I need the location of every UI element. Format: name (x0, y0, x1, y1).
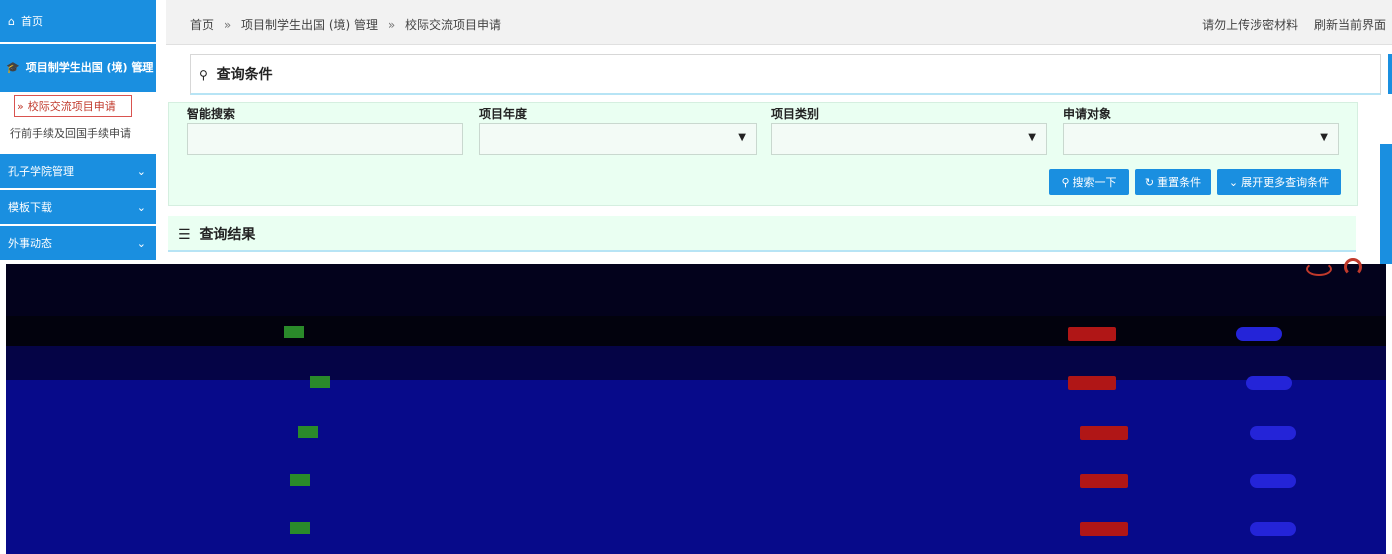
table-row (0, 346, 1392, 380)
chevron-down-icon: ⌄ (136, 236, 146, 250)
right-edge (1386, 264, 1392, 554)
status-badge (1068, 376, 1116, 390)
decorative-swirl (1306, 262, 1332, 276)
sidebar-subitem-label: 行前手续及回国手续申请 (10, 127, 131, 140)
breadcrumb-item: 校际交流项目申请 (405, 18, 502, 32)
sidebar-item-templates[interactable]: 模板下载 ⌄ (0, 190, 156, 224)
query-title-text: 查询条件 (216, 67, 273, 83)
status-tag (290, 522, 310, 534)
breadcrumb-separator: » (223, 18, 232, 32)
status-badge (1068, 327, 1116, 341)
graduation-cap-icon: 🎓 (6, 61, 20, 74)
project-type-select[interactable]: ▼ (771, 123, 1047, 155)
sidebar-subitem-procedures[interactable]: 行前手续及回国手续申请 (10, 125, 156, 141)
sidebar: ⌂ 首页 🎓 项目制学生出国 (境) 管理 ⌄ » 校际交流项目申请 行前手续及… (0, 0, 156, 264)
action-button[interactable] (1236, 327, 1282, 341)
left-edge (0, 264, 6, 554)
no-classified-notice: 请勿上传涉密材料 (1202, 18, 1299, 32)
right-edge-strip (1388, 54, 1392, 94)
sidebar-subitem-exchange[interactable]: » 校际交流项目申请 (14, 95, 132, 117)
button-label: 搜索一下 (1072, 176, 1117, 189)
reset-button[interactable]: ↻ 重置条件 (1135, 169, 1211, 195)
double-chevron-icon: » (17, 99, 24, 113)
status-badge (1080, 474, 1128, 488)
dropdown-arrow-icon: ▼ (738, 132, 746, 143)
breadcrumb-item[interactable]: 首页 (190, 18, 214, 32)
status-badge (1080, 522, 1128, 536)
results-title-text: 查询结果 (199, 227, 256, 243)
search-icon: ⚲ (1061, 175, 1070, 189)
project-type-label: 项目类别 (771, 107, 820, 121)
query-form: 智能搜索 项目年度 ▼ 项目类别 ▼ 申请对象 ▼ ⚲ 搜索一下 ↻ 重置条件 … (168, 102, 1358, 206)
status-badge (1080, 426, 1128, 440)
sidebar-item-label: 模板下载 (8, 201, 52, 214)
results-panel-header: ☰ 查询结果 (168, 216, 1356, 252)
action-button[interactable] (1250, 522, 1296, 536)
smart-search-input[interactable] (187, 123, 463, 155)
sidebar-item-label: 首页 (20, 15, 43, 28)
chevron-down-icon: ⌄ (1228, 175, 1239, 189)
chevron-down-icon: ⌄ (136, 61, 146, 74)
top-bar: 首页 » 项目制学生出国 (境) 管理 » 校际交流项目申请 请勿上传涉密材料 … (166, 0, 1392, 45)
results-table (0, 264, 1392, 554)
refresh-link[interactable]: 刷新当前界面 (1314, 18, 1386, 32)
dropdown-arrow-icon: ▼ (1320, 132, 1328, 143)
status-tag (290, 474, 310, 486)
query-title: ⚲ 查询条件 (199, 64, 273, 84)
table-header (0, 264, 1392, 316)
query-panel-header: ⚲ 查询条件 (190, 54, 1381, 95)
header-links: 请勿上传涉密材料 刷新当前界面 (1190, 16, 1386, 33)
sidebar-subitem-label: 校际交流项目申请 (27, 100, 116, 113)
dropdown-arrow-icon: ▼ (1028, 132, 1036, 143)
sidebar-item-label: 外事动态 (8, 237, 52, 250)
status-tag (298, 426, 318, 438)
sidebar-item-label: 孔子学院管理 (8, 165, 74, 178)
list-icon: ☰ (178, 227, 191, 243)
breadcrumb-separator: » (387, 18, 396, 32)
table-row (0, 316, 1392, 346)
sidebar-item-label: 项目制学生出国 (境) 管理 (25, 61, 154, 74)
sidebar-item-home[interactable]: ⌂ 首页 (0, 0, 156, 42)
sidebar-item-foreign-affairs[interactable]: 外事动态 ⌄ (0, 226, 156, 260)
right-edge-strip (1380, 144, 1392, 264)
button-label: 重置条件 (1157, 176, 1202, 189)
results-title: ☰ 查询结果 (178, 224, 255, 244)
smart-search-label: 智能搜索 (187, 107, 236, 121)
sidebar-item-project[interactable]: 🎓 项目制学生出国 (境) 管理 ⌄ (0, 44, 156, 92)
home-icon: ⌂ (8, 14, 15, 28)
status-tag (310, 376, 330, 388)
breadcrumb: 首页 » 项目制学生出国 (境) 管理 » 校际交流项目申请 (190, 16, 501, 33)
chevron-down-icon: ⌄ (136, 164, 146, 178)
button-label: 展开更多查询条件 (1241, 176, 1330, 189)
search-icon: ⚲ (199, 68, 208, 82)
status-tag (284, 326, 304, 338)
expand-conditions-button[interactable]: ⌄ 展开更多查询条件 (1217, 169, 1341, 195)
search-button[interactable]: ⚲ 搜索一下 (1049, 169, 1129, 195)
applicant-select[interactable]: ▼ (1063, 123, 1339, 155)
refresh-icon: ↻ (1144, 175, 1155, 189)
project-year-select[interactable]: ▼ (479, 123, 757, 155)
action-button[interactable] (1246, 376, 1292, 390)
table-row (0, 380, 1392, 424)
chevron-down-icon: ⌄ (136, 200, 146, 214)
project-year-label: 项目年度 (479, 107, 528, 121)
breadcrumb-item[interactable]: 项目制学生出国 (境) 管理 (241, 18, 378, 32)
action-button[interactable] (1250, 426, 1296, 440)
applicant-label: 申请对象 (1063, 107, 1112, 121)
decorative-circle (1344, 258, 1362, 276)
action-button[interactable] (1250, 474, 1296, 488)
sidebar-item-confucius[interactable]: 孔子学院管理 ⌄ (0, 154, 156, 188)
